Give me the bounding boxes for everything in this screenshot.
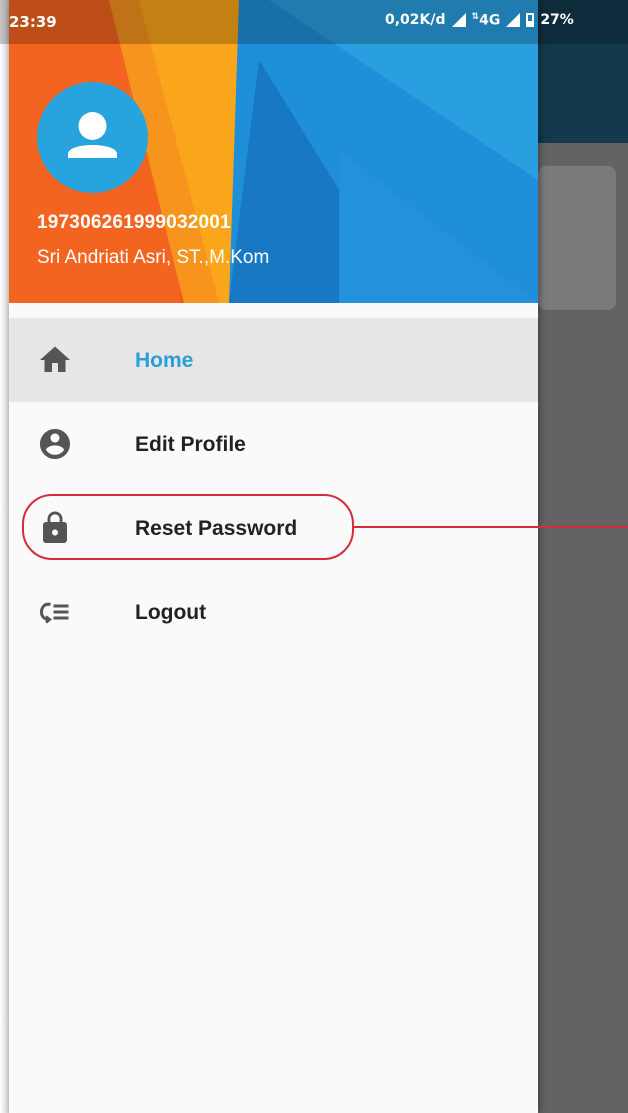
network-type: ⇅4G (471, 12, 501, 29)
menu-item-label: Home (135, 349, 194, 372)
network-type-label: 4G (479, 12, 501, 29)
signal-icon (451, 13, 466, 28)
menu-item-home[interactable]: Home (9, 318, 538, 402)
person-icon (68, 112, 117, 158)
signal-icon (506, 13, 521, 28)
logout-icon (37, 594, 73, 630)
status-time: 23:39 (9, 13, 57, 31)
drawer-menu: Home Edit Profile Reset Password Logout (9, 318, 538, 654)
status-indicators: 0,02K/d ⇅4G 27% (385, 12, 574, 29)
menu-item-edit-profile[interactable]: Edit Profile (9, 402, 538, 486)
screen: 197306261999032001 Sri Andriati Asri, ST… (0, 0, 628, 1113)
frame-edge (0, 0, 9, 1113)
status-bar: 23:39 0,02K/d ⇅4G 27% (0, 0, 628, 44)
battery-level: 27% (540, 12, 574, 29)
annotation-highlight (22, 494, 354, 560)
background-card (538, 166, 616, 310)
annotation-pointer-line (354, 526, 628, 528)
menu-item-label: Edit Profile (135, 433, 246, 456)
user-id: 197306261999032001 (37, 212, 231, 233)
drawer-header: 197306261999032001 Sri Andriati Asri, ST… (9, 0, 538, 303)
network-speed: 0,02K/d (385, 12, 446, 29)
menu-item-logout[interactable]: Logout (9, 570, 538, 654)
menu-item-label: Logout (135, 601, 207, 624)
battery-icon (526, 13, 535, 28)
avatar[interactable] (37, 82, 148, 193)
home-icon (37, 342, 73, 378)
user-name: Sri Andriati Asri, ST.,M.Kom (37, 247, 270, 268)
account-circle-icon (37, 426, 73, 462)
